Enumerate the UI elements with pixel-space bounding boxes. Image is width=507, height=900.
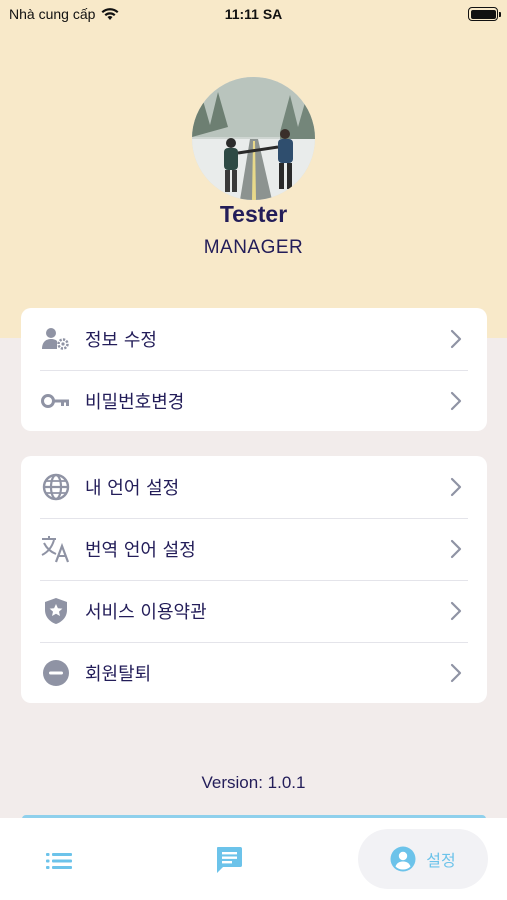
menu-item-label: 정보 수정 [85,330,157,351]
chevron-right-icon [450,601,462,621]
menu-item-label: 번역 언어 설정 [85,540,196,561]
translate-icon [41,534,71,564]
tab-settings[interactable]: 설정 [358,829,488,889]
globe-icon [41,472,71,502]
chat-icon[interactable] [215,846,243,874]
shield-star-icon [41,596,71,626]
key-icon [41,386,71,416]
menu-item-withdraw[interactable]: 회원탈퇴 [21,642,487,704]
app-version: Version: 1.0.1 [201,773,306,792]
battery-icon [468,7,501,21]
person-icon [390,846,416,872]
chevron-right-icon [450,391,462,411]
profile-name: Tester [219,201,288,227]
status-bar: Nhà cung cấp 11:11 SA [0,0,507,30]
status-time: 11:11 SA [224,6,283,22]
menu-item-edit-profile[interactable]: 정보 수정 [21,308,487,370]
menu-item-label: 비밀번호변경 [85,392,185,413]
minus-circle-icon [41,658,71,688]
menu-item-my-language[interactable]: 내 언어 설정 [21,456,487,518]
chevron-right-icon [450,329,462,349]
avatar-photo [192,77,315,200]
list-icon[interactable] [46,852,72,870]
menu-item-label: 회원탈퇴 [85,664,152,685]
chevron-right-icon [450,477,462,497]
user-gear-icon [41,324,71,354]
menu-item-terms-of-service[interactable]: 서비스 이용약관 [21,580,487,642]
account-menu-card: 정보 수정 비밀번호변경 [21,308,487,431]
settings-menu-card: 내 언어 설정 번역 언어 설정 서비스 이용약관 회원탈퇴 [21,456,487,703]
menu-item-translation-language[interactable]: 번역 언어 설정 [21,518,487,580]
profile-avatar[interactable] [192,77,315,200]
chevron-right-icon [450,663,462,683]
chevron-right-icon [450,539,462,559]
tab-settings-label: 설정 [426,851,456,870]
menu-item-change-password[interactable]: 비밀번호변경 [21,370,487,432]
menu-item-label: 서비스 이용약관 [85,602,207,623]
profile-role: MANAGER [203,237,304,258]
menu-item-label: 내 언어 설정 [85,478,180,499]
